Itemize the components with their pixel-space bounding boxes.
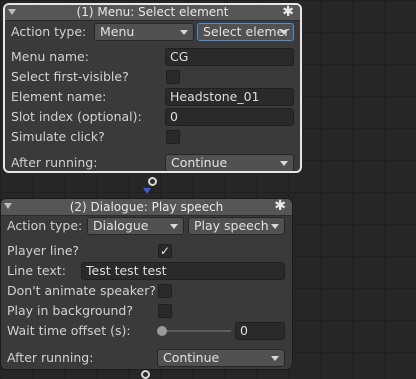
play-background-checkbox[interactable] xyxy=(158,304,172,318)
action-category-dropdown[interactable]: Dialogue xyxy=(87,217,184,235)
after-running-row: After running: Continue xyxy=(5,153,300,171)
play-background-row: Play in background? xyxy=(1,301,292,321)
element-name-row: Element name: Headstone_01 xyxy=(5,87,300,107)
select-first-visible-checkbox[interactable] xyxy=(166,70,180,84)
slider-handle[interactable] xyxy=(157,326,167,336)
output-port[interactable] xyxy=(148,177,157,186)
player-line-row: Player line? ✓ xyxy=(1,241,292,261)
action-value: Select elemer xyxy=(203,24,290,39)
line-text-row: Line text: Test test test xyxy=(1,261,292,281)
action-dropdown[interactable]: Select elemer xyxy=(197,23,294,41)
after-running-row: After running: Continue xyxy=(1,348,292,368)
chevron-down-icon xyxy=(180,30,188,35)
line-text-field[interactable]: Test test test xyxy=(81,262,285,280)
dont-animate-checkbox[interactable] xyxy=(158,284,172,298)
after-running-dropdown[interactable]: Continue xyxy=(165,154,294,171)
action-dropdown[interactable]: Play speech xyxy=(188,217,285,235)
simulate-click-label: Simulate click? xyxy=(11,129,105,144)
wait-offset-field[interactable]: 0 xyxy=(235,322,285,340)
action-value: Play speech xyxy=(194,218,269,233)
node-header[interactable]: (2) Dialogue: Play speech ✱ xyxy=(1,199,292,216)
action-category-value: Dialogue xyxy=(93,218,149,233)
element-name-label: Element name: xyxy=(11,89,107,104)
menu-name-field[interactable]: CG xyxy=(165,48,294,66)
action-category-dropdown[interactable]: Menu xyxy=(94,23,194,41)
connection-arrow-icon xyxy=(143,188,151,194)
action-node-dialogue-play-speech[interactable]: (2) Dialogue: Play speech ✱ Action type:… xyxy=(0,198,293,370)
gear-icon[interactable]: ✱ xyxy=(282,5,294,20)
after-running-label: After running: xyxy=(7,350,94,365)
dont-animate-label: Don't animate speaker? xyxy=(7,283,157,298)
node-header[interactable]: (1) Menu: Select element ✱ xyxy=(5,5,300,21)
action-category-value: Menu xyxy=(100,24,135,39)
wait-offset-label: Wait time offset (s): xyxy=(7,323,131,338)
wait-offset-row: Wait time offset (s): 0 xyxy=(1,321,292,341)
after-running-dropdown[interactable]: Continue xyxy=(157,349,285,367)
simulate-click-row: Simulate click? xyxy=(5,127,300,147)
output-port[interactable] xyxy=(141,370,150,379)
gear-icon[interactable]: ✱ xyxy=(274,199,286,214)
simulate-click-checkbox[interactable] xyxy=(166,130,180,144)
element-name-field[interactable]: Headstone_01 xyxy=(165,88,294,106)
line-text-label: Line text: xyxy=(7,263,66,278)
node-title: (2) Dialogue: Play speech xyxy=(69,200,224,214)
dont-animate-row: Don't animate speaker? xyxy=(1,281,292,301)
play-background-label: Play in background? xyxy=(7,303,133,318)
select-first-visible-label: Select first-visible? xyxy=(11,69,129,84)
slot-index-field[interactable]: 0 xyxy=(165,108,294,126)
node-title: (1) Menu: Select element xyxy=(76,5,229,19)
chevron-down-icon xyxy=(170,224,178,229)
action-type-label: Action type: xyxy=(7,218,83,233)
slot-index-row: Slot index (optional): 0 xyxy=(5,107,300,127)
chevron-down-icon xyxy=(271,224,279,229)
player-line-label: Player line? xyxy=(7,243,80,258)
select-first-visible-row: Select first-visible? xyxy=(5,67,300,87)
player-line-checkbox[interactable]: ✓ xyxy=(158,244,172,258)
action-node-menu-select-element[interactable]: (1) Menu: Select element ✱ Action type: … xyxy=(3,3,302,173)
chevron-down-icon xyxy=(280,30,288,35)
chevron-down-icon xyxy=(271,356,279,361)
chevron-down-icon xyxy=(280,161,288,166)
action-type-label: Action type: xyxy=(11,24,87,39)
action-type-row: Action type: Dialogue Play speech xyxy=(1,216,292,236)
wait-offset-slider[interactable] xyxy=(161,330,231,332)
menu-name-label: Menu name: xyxy=(11,49,89,64)
after-running-value: Continue xyxy=(163,350,220,365)
after-running-label: After running: xyxy=(11,155,98,170)
menu-name-row: Menu name: CG xyxy=(5,47,300,67)
after-running-value: Continue xyxy=(171,155,228,170)
slot-index-label: Slot index (optional): xyxy=(11,109,142,124)
action-type-row: Action type: Menu Select elemer xyxy=(5,22,300,42)
